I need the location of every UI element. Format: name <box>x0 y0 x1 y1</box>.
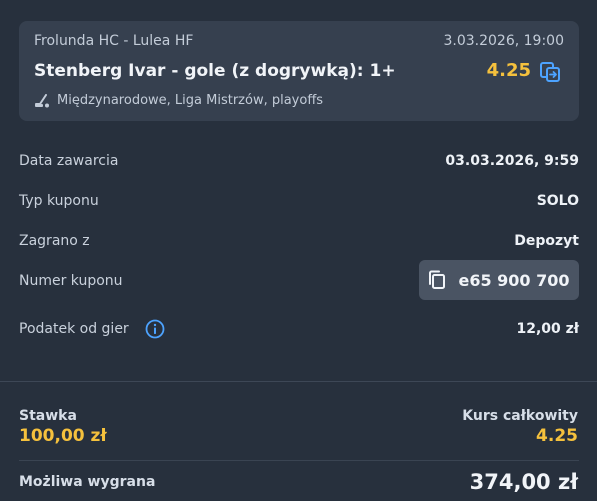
detail-label: Data zawarcia <box>19 153 119 169</box>
detail-value: 12,00 zł <box>516 321 579 337</box>
section-divider <box>0 381 597 382</box>
copy-coupon-number-button[interactable]: e65 900 700 <box>419 260 579 300</box>
detail-row-type: Typ kuponu SOLO <box>19 190 579 214</box>
detail-label: Numer kuponu <box>19 273 123 289</box>
detail-row-source: Zagrano z Depozyt <box>19 230 579 254</box>
league-info: Międzynarodowe, Liga Mistrzów, playoffs <box>34 93 323 108</box>
league-name: Międzynarodowe, Liga Mistrzów, playoffs <box>57 93 324 108</box>
win-divider <box>19 460 579 461</box>
total-odds-label: Kurs całkowity <box>462 408 578 424</box>
total-odds-value: 4.25 <box>536 426 578 446</box>
hockey-stick-icon <box>35 93 49 107</box>
detail-value: SOLO <box>536 193 579 209</box>
detail-row-date: Data zawarcia 03.03.2026, 9:59 <box>19 150 579 174</box>
detail-label: Typ kuponu <box>19 193 99 209</box>
match-name[interactable]: Frolunda HC - Lulea HF <box>34 33 193 49</box>
possible-win-label: Możliwa wygrana <box>19 474 156 490</box>
detail-value: Depozyt <box>514 233 579 249</box>
detail-row-tax: Podatek od gier 12,00 zł <box>19 318 579 342</box>
copy-icon <box>429 270 446 289</box>
coupon-number: e65 900 700 <box>458 270 570 290</box>
possible-win-value: 374,00 zł <box>469 470 578 494</box>
event-date: 3.03.2026, 19:00 <box>443 33 565 49</box>
detail-value: 03.03.2026, 9:59 <box>445 153 579 169</box>
detail-label: Podatek od gier <box>19 321 129 337</box>
bet-odds: 4.25 <box>486 60 531 81</box>
stake-label: Stawka <box>19 408 77 424</box>
detail-row-coupon-number: Numer kuponu e65 900 700 <box>19 260 579 300</box>
detail-label: Zagrano z <box>19 233 90 249</box>
stake-value: 100,00 zł <box>19 426 107 446</box>
bet-card: Frolunda HC - Lulea HF 3.03.2026, 19:00 … <box>19 21 579 121</box>
bet-market: Stenberg Ivar - gole (z dogrywką): 1+ <box>34 61 396 81</box>
copy-to-slip-icon[interactable] <box>539 61 561 83</box>
info-icon[interactable] <box>145 319 165 339</box>
